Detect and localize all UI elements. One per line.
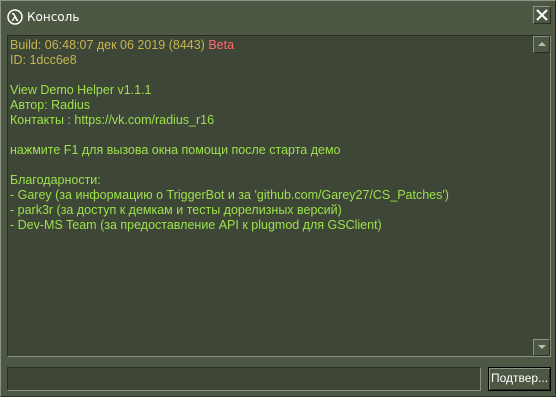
console-line-text: Благодарности: (10, 173, 101, 187)
console-output[interactable]: Build: 06:48:07 дек 06 2019 (8443) Beta I… (7, 35, 551, 357)
console-line-text: ID: 1dcc6e8 (10, 53, 77, 67)
window-title: Консоль (27, 10, 80, 24)
close-button[interactable] (533, 6, 551, 24)
console-line: ID: 1dcc6e8 (10, 53, 530, 68)
console-line-text: - Garey (за информацию о TriggerBot и за… (10, 188, 449, 202)
console-line-text: Build: 06:48:07 дек 06 2019 (8443) (10, 38, 209, 52)
console-line: View Demo Helper v1.1.1 (10, 83, 530, 98)
submit-button[interactable]: Подтвер... (488, 367, 551, 391)
console-line: Благодарности: (10, 173, 530, 188)
console-line-text: нажмите F1 для вызова окна помощи после … (10, 143, 341, 157)
console-line: Build: 06:48:07 дек 06 2019 (8443) Beta (10, 38, 530, 53)
arrow-up-icon (534, 41, 549, 47)
console-line-text: Автор: Radius (10, 98, 91, 112)
command-input[interactable] (7, 367, 481, 391)
console-line-text: View Demo Helper v1.1.1 (10, 83, 152, 97)
scroll-up-button[interactable] (533, 36, 550, 53)
console-line-text: - Dev-MS Team (за предоставление API к p… (10, 218, 382, 232)
title-bar[interactable]: Консоль (1, 1, 555, 33)
console-line: Автор: Radius (10, 98, 530, 113)
console-window: Консоль Build: 06:48:07 дек 06 2019 (844… (0, 0, 556, 397)
half-life-lambda-icon (7, 9, 23, 25)
scroll-down-button[interactable] (533, 339, 550, 356)
console-line: - Dev-MS Team (за предоставление API к p… (10, 218, 530, 233)
console-line-text: Контакты : https://vk.com/radius_r16 (10, 113, 215, 127)
console-text-area[interactable]: Build: 06:48:07 дек 06 2019 (8443) Beta I… (10, 38, 530, 354)
arrow-down-icon (534, 344, 549, 350)
console-line-text: - park3r (за доступ к демкам и тесты дор… (10, 203, 342, 217)
console-line: Контакты : https://vk.com/radius_r16 (10, 113, 530, 128)
console-line-suffix: Beta (208, 38, 235, 52)
console-line: - Garey (за информацию о TriggerBot и за… (10, 188, 530, 203)
close-icon (534, 7, 550, 23)
console-scrollbar[interactable] (533, 36, 550, 356)
console-line: - park3r (за доступ к демкам и тесты дор… (10, 203, 530, 218)
console-line: нажмите F1 для вызова окна помощи после … (10, 143, 530, 158)
